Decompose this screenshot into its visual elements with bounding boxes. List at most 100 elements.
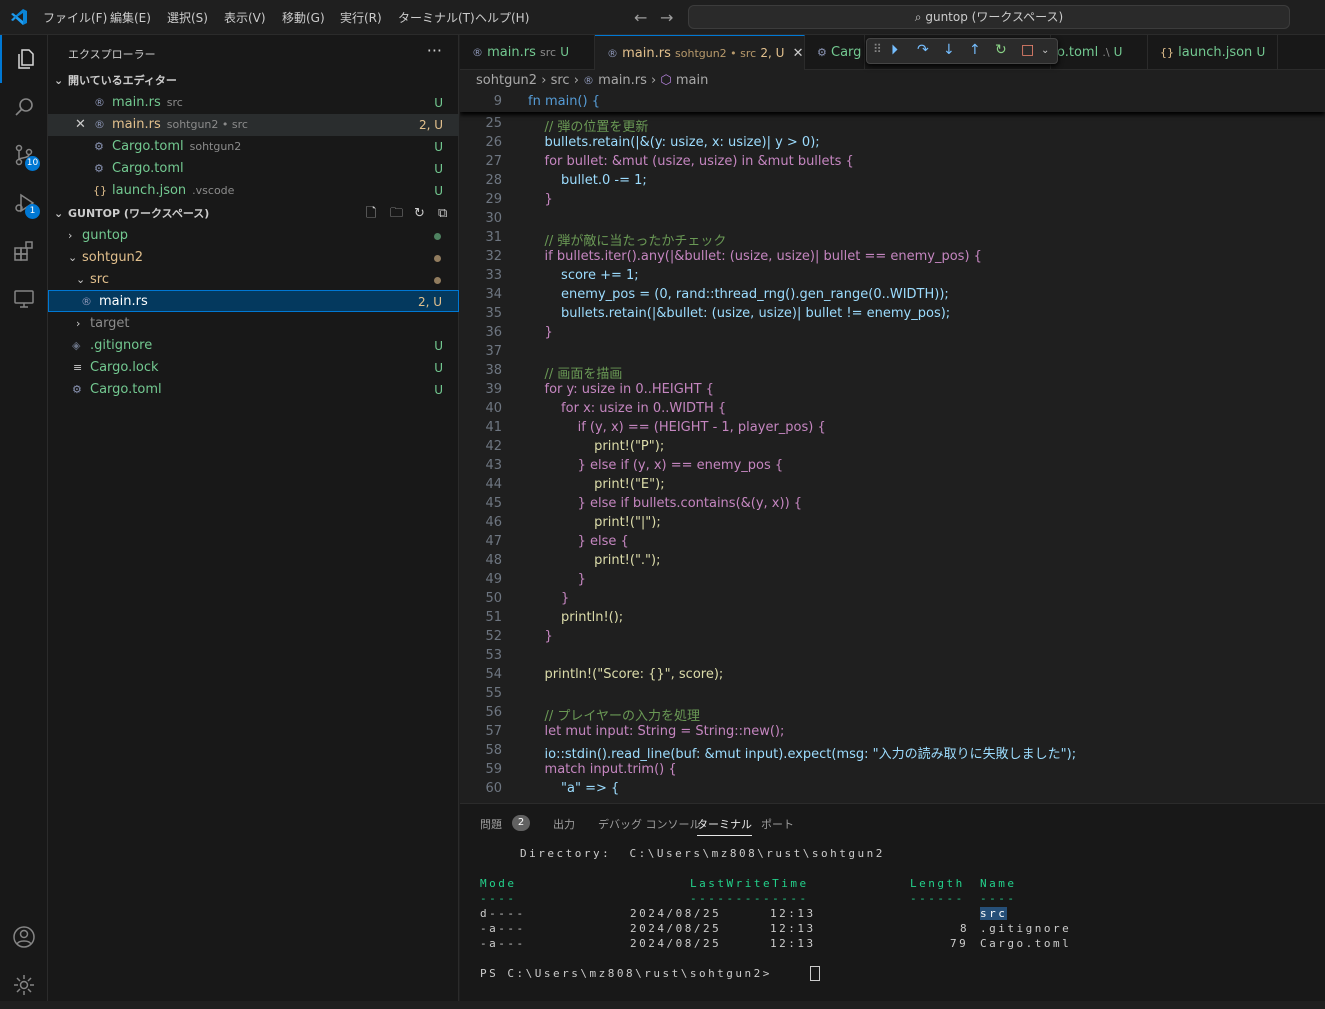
open-editor-name: main.rs — [112, 117, 161, 132]
open-editor-desc: sohtgun2 — [189, 140, 242, 153]
new-folder-icon[interactable]: 🗀 — [390, 203, 403, 225]
breadcrumb-item[interactable]: main.rs — [598, 73, 647, 88]
step-over-icon[interactable]: ↷ — [917, 42, 929, 58]
code-line: bullets.retain(|&bullet: (usize, usize)|… — [528, 306, 951, 321]
terminal-prompt: PS C:\Users\mz808\rust\sohtgun2> — [480, 967, 772, 980]
chevron-right-icon: › — [68, 229, 73, 242]
menu-selection[interactable]: 選択(S) — [167, 9, 208, 26]
code-editor[interactable]: 9 fn main() { 25 // 弾の位置を更新 26 bullets.re… — [460, 92, 1325, 803]
tab-sub: sohtgun2 • src — [675, 47, 757, 60]
tree-item-label: main.rs — [99, 294, 148, 309]
close-icon[interactable]: ✕ — [793, 46, 804, 61]
explorer-sidebar: エクスプローラー ··· ⌄ 開いているエディター ® main.rs src U… — [48, 35, 459, 1001]
explorer-activity[interactable] — [0, 35, 48, 83]
open-editor-item[interactable]: ⚙ Cargo.toml U — [48, 158, 459, 180]
source-control-activity[interactable]: 10 — [0, 131, 48, 179]
code-line: bullets.retain(|&(y: usize, x: usize)| y… — [528, 135, 820, 150]
workspace-header[interactable]: ⌄ GUNTOP (ワークスペース) 🗋 🗀 ↻ ⧉ — [48, 203, 459, 225]
search-activity[interactable] — [0, 83, 48, 131]
code-line: if bullets.iter().any(|&bullet: (usize, … — [528, 249, 982, 264]
search-icon: ⌕ — [914, 10, 922, 24]
code-line: // 弾が敵に当たったかチェック — [528, 234, 727, 249]
tab-output[interactable]: 出力 — [553, 816, 575, 832]
tab-main-rs-src[interactable]: ® main.rs src U — [460, 35, 595, 70]
code-line: let mut input: String = String::new(); — [528, 724, 785, 739]
git-status: U — [434, 162, 443, 176]
menu-run[interactable]: 実行(R) — [340, 9, 382, 26]
menu-edit[interactable]: 編集(E) — [110, 9, 151, 26]
terminal-cell: src — [980, 907, 1008, 920]
tab-cargo-toml-root[interactable]: o.toml .\ U — [1050, 35, 1148, 70]
open-editors-header[interactable]: ⌄ 開いているエディター — [48, 70, 459, 92]
extensions-activity[interactable] — [0, 227, 48, 275]
run-debug-activity[interactable]: 1 — [0, 179, 48, 227]
line-number: 49 — [485, 572, 502, 587]
menu-help[interactable]: ヘルプ(H) — [475, 9, 529, 26]
refresh-icon[interactable]: ↻ — [414, 203, 425, 225]
line-number: 51 — [485, 610, 502, 625]
git-status: U — [434, 96, 443, 110]
forward-arrow-icon[interactable]: → — [660, 8, 673, 27]
tab-status: U — [560, 45, 570, 59]
open-editor-item[interactable]: ⚙ Cargo.toml sohtgun2 U — [48, 136, 459, 158]
chevron-down-icon: ⌄ — [68, 251, 78, 264]
chevron-down-icon[interactable]: ⌄ — [1041, 45, 1049, 56]
terminal-cell: 2024/08/25 — [630, 907, 722, 920]
tree-file-main-rs[interactable]: ® main.rs 2, U — [48, 290, 459, 312]
continue-icon[interactable]: ⏵ — [891, 42, 898, 58]
open-editor-name: main.rs — [112, 95, 161, 110]
tree-folder-target[interactable]: › target — [48, 313, 459, 335]
command-center[interactable]: ⌕ guntop (ワークスペース) — [688, 5, 1290, 29]
menu-file[interactable]: ファイル(F) — [43, 9, 107, 26]
line-number: 31 — [485, 230, 502, 245]
tab-ports[interactable]: ポート — [761, 816, 794, 832]
git-status: 2, U — [418, 118, 443, 132]
open-editor-item-active[interactable]: ✕ ® main.rs sohtgun2 • src 2, U — [48, 114, 459, 136]
tab-terminal[interactable]: ターミナル — [697, 816, 752, 836]
remote-explorer-icon — [14, 290, 34, 308]
tree-folder-sohtgun2[interactable]: ⌄ sohtgun2 — [48, 247, 459, 269]
rust-file-icon: ® — [472, 46, 483, 59]
step-out-icon[interactable]: ↑ — [969, 42, 981, 58]
tree-folder-src[interactable]: ⌄ src — [48, 269, 459, 291]
step-into-icon[interactable]: ↓ — [943, 42, 955, 58]
tab-main-rs-sohtgun2[interactable]: ® main.rs sohtgun2 • src 2, U ✕ — [595, 35, 805, 70]
breadcrumb-item[interactable]: sohtgun2 — [476, 73, 537, 88]
tree-file-cargo-lock[interactable]: ≡ Cargo.lock U — [48, 357, 459, 379]
menu-go[interactable]: 移動(G) — [282, 9, 325, 26]
json-file-icon: {} — [93, 184, 107, 197]
tree-file-cargo-toml[interactable]: ⚙ Cargo.toml U — [48, 379, 459, 401]
collapse-all-icon[interactable]: ⧉ — [438, 203, 447, 225]
line-number: 34 — [485, 287, 502, 302]
line-number: 37 — [485, 344, 502, 359]
new-file-icon[interactable]: 🗋 — [366, 203, 376, 225]
stop-icon[interactable]: □ — [1021, 42, 1034, 58]
accounts-activity[interactable] — [0, 913, 48, 961]
open-editor-item[interactable]: {} launch.json .vscode U — [48, 180, 459, 202]
back-arrow-icon[interactable]: ← — [634, 8, 647, 27]
menu-view[interactable]: 表示(V) — [224, 9, 266, 26]
tree-folder-guntop[interactable]: › guntop — [48, 225, 459, 247]
breadcrumb-item[interactable]: main — [676, 73, 708, 88]
code-line: for bullet: &mut (usize, usize) in &mut … — [528, 154, 854, 169]
open-editor-item[interactable]: ® main.rs src U — [48, 92, 459, 114]
tree-file-gitignore[interactable]: ◈ .gitignore U — [48, 335, 459, 357]
sticky-scroll[interactable]: 9 fn main() { — [460, 92, 1325, 112]
menu-terminal[interactable]: ターミナル(T) — [398, 9, 475, 26]
tab-cargo-toml[interactable]: ⚙ Carg — [805, 35, 865, 70]
terminal-dash: ---- — [480, 892, 517, 905]
drag-handle-icon[interactable]: ⠿ — [873, 42, 882, 56]
rust-file-icon: ® — [81, 295, 92, 308]
terminal-cell: .gitignore — [980, 922, 1072, 935]
more-actions-icon[interactable]: ··· — [427, 41, 442, 60]
tab-launch-json[interactable]: {} launch.json U — [1148, 35, 1278, 70]
close-icon[interactable]: ✕ — [75, 114, 86, 136]
line-number: 54 — [485, 667, 502, 682]
tab-debug-console[interactable]: デバッグ コンソール — [598, 816, 701, 832]
remote-explorer-activity[interactable] — [0, 275, 48, 323]
breadcrumb-item[interactable]: src — [551, 73, 570, 88]
tab-problems[interactable]: 問題 — [480, 816, 502, 832]
gear-file-icon: ⚙ — [94, 140, 104, 153]
restart-icon[interactable]: ↻ — [995, 42, 1007, 58]
manage-activity[interactable] — [0, 961, 48, 1009]
